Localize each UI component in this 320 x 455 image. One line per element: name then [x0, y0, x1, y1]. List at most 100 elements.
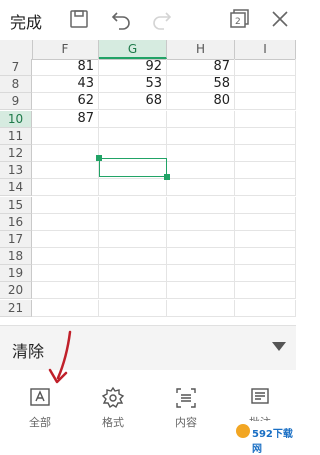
cell-g15[interactable] [99, 196, 167, 214]
selection-handle-top-left[interactable] [96, 155, 102, 161]
cell-g10[interactable] [99, 110, 167, 128]
cell-h9[interactable]: 80 [167, 93, 235, 111]
row-header-16[interactable]: 16 [0, 213, 32, 231]
cell-h13[interactable] [167, 162, 235, 180]
column-header-g[interactable]: G [99, 40, 167, 59]
row-header-12[interactable]: 12 [0, 144, 32, 162]
cell-h18[interactable] [167, 248, 235, 266]
close-icon[interactable] [268, 7, 292, 31]
watermark-text: 592下载网 [252, 429, 293, 455]
cell-h16[interactable] [167, 213, 235, 231]
row-header-14[interactable]: 14 [0, 179, 32, 197]
cell-g20[interactable] [99, 282, 167, 300]
row-header-19[interactable]: 19 [0, 265, 32, 283]
sheets-icon[interactable]: 2 [227, 7, 251, 31]
cell-f8[interactable]: 43 [32, 76, 99, 94]
clear-all-icon [30, 388, 50, 406]
cell-h12[interactable] [167, 144, 235, 162]
cell-h7[interactable]: 87 [167, 59, 235, 76]
cell-i15[interactable] [235, 196, 296, 214]
column-header-i[interactable]: I [235, 40, 296, 59]
cell-g7[interactable]: 92 [99, 59, 167, 76]
clear-all-button[interactable]: 全部 [12, 386, 68, 430]
cell-h19[interactable] [167, 265, 235, 283]
cell-i8[interactable] [235, 76, 296, 94]
row-header-20[interactable]: 20 [0, 282, 32, 300]
cell-h20[interactable] [167, 282, 235, 300]
cell-i18[interactable] [235, 248, 296, 266]
cell-i20[interactable] [235, 282, 296, 300]
cell-g16[interactable] [99, 213, 167, 231]
row-header-21[interactable]: 21 [0, 299, 32, 317]
cell-g21[interactable] [99, 299, 167, 317]
column-header-h[interactable]: H [167, 40, 235, 59]
cell-g8[interactable]: 53 [99, 76, 167, 94]
cell-g18[interactable] [99, 248, 167, 266]
redo-icon[interactable] [150, 7, 174, 31]
cell-g14[interactable] [99, 179, 167, 197]
row-header-10[interactable]: 10 [0, 110, 32, 128]
cell-i16[interactable] [235, 213, 296, 231]
table-row: 9 62 68 80 [0, 93, 296, 111]
cell-f12[interactable] [32, 144, 99, 162]
table-row: 16 [0, 213, 296, 231]
cell-h15[interactable] [167, 196, 235, 214]
row-header-9[interactable]: 9 [0, 93, 32, 111]
table-row: 8 43 53 58 [0, 76, 296, 94]
row-header-18[interactable]: 18 [0, 248, 32, 266]
cell-f21[interactable] [32, 299, 99, 317]
cell-g17[interactable] [99, 230, 167, 248]
cell-i17[interactable] [235, 230, 296, 248]
cell-f14[interactable] [32, 179, 99, 197]
cell-h10[interactable] [167, 110, 235, 128]
cell-f15[interactable] [32, 196, 99, 214]
cell-f19[interactable] [32, 265, 99, 283]
cell-i21[interactable] [235, 299, 296, 317]
cell-i9[interactable] [235, 93, 296, 111]
cell-i19[interactable] [235, 265, 296, 283]
cell-i12[interactable] [235, 144, 296, 162]
selection-handle-bottom-right[interactable] [164, 174, 170, 180]
cell-f11[interactable] [32, 127, 99, 145]
done-button[interactable]: 完成 [10, 9, 42, 33]
row-header-8[interactable]: 8 [0, 76, 32, 94]
table-row: 18 [0, 248, 296, 266]
clear-format-button[interactable]: 格式 [85, 386, 141, 430]
cell-i7[interactable] [235, 59, 296, 76]
cell-f9[interactable]: 62 [32, 93, 99, 111]
row-header-7[interactable]: 7 [0, 59, 32, 76]
cell-f18[interactable] [32, 248, 99, 266]
cell-g19[interactable] [99, 265, 167, 283]
save-icon[interactable] [67, 7, 91, 31]
cell-g11[interactable] [99, 127, 167, 145]
row-header-11[interactable]: 11 [0, 127, 32, 145]
cell-f7[interactable]: 81 [32, 59, 99, 76]
spreadsheet-grid[interactable]: F G H I 7 81 92 87 8 43 53 58 9 62 68 80 10 87 11 12 13 1… [0, 40, 296, 325]
cell-h14[interactable] [167, 179, 235, 197]
cell-i11[interactable] [235, 127, 296, 145]
corner-cell[interactable] [0, 40, 33, 59]
collapse-caret-icon[interactable] [272, 342, 286, 351]
cell-f20[interactable] [32, 282, 99, 300]
cell-i14[interactable] [235, 179, 296, 197]
column-header-f[interactable]: F [32, 40, 99, 59]
cell-f13[interactable] [32, 162, 99, 180]
cell-g9[interactable]: 68 [99, 93, 167, 111]
row-header-15[interactable]: 15 [0, 196, 32, 214]
table-row: 17 [0, 230, 296, 248]
undo-icon[interactable] [109, 7, 133, 31]
selected-cell[interactable] [99, 158, 167, 177]
cell-h21[interactable] [167, 299, 235, 317]
table-row: 10 87 [0, 110, 296, 128]
cell-h8[interactable]: 58 [167, 76, 235, 94]
clear-content-button[interactable]: 内容 [158, 386, 214, 430]
row-header-13[interactable]: 13 [0, 162, 32, 180]
cell-f17[interactable] [32, 230, 99, 248]
row-header-17[interactable]: 17 [0, 230, 32, 248]
cell-h11[interactable] [167, 127, 235, 145]
cell-f10[interactable]: 87 [32, 110, 99, 128]
cell-f16[interactable] [32, 213, 99, 231]
cell-i10[interactable] [235, 110, 296, 128]
cell-h17[interactable] [167, 230, 235, 248]
cell-i13[interactable] [235, 162, 296, 180]
